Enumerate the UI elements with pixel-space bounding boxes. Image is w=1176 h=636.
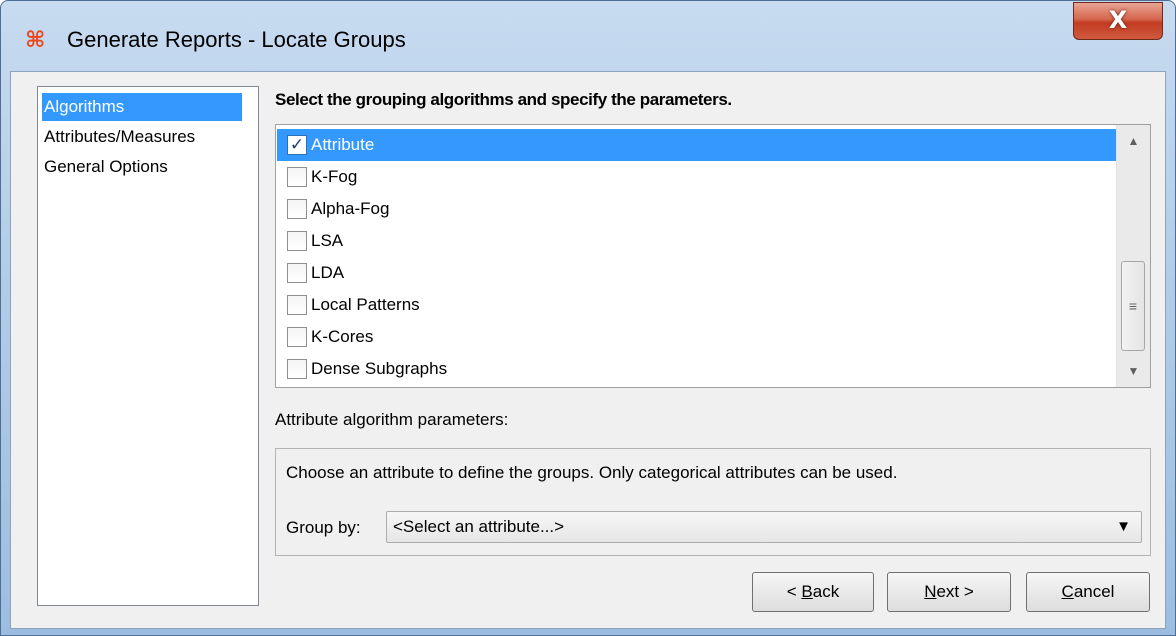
grip-icon: ≡ [1128, 298, 1138, 314]
cancel-button[interactable]: Cancel [1026, 572, 1150, 612]
cancel-button-label: ancel [1073, 582, 1115, 601]
algorithm-item-k-cores[interactable]: K-Cores [277, 321, 1116, 353]
title-bar[interactable]: ⌘ Generate Reports - Locate Groups X [1, 1, 1175, 73]
back-button-mnemonic: B [801, 582, 813, 601]
next-button-mnemonic: N [924, 582, 937, 601]
algorithm-label: Local Patterns [311, 295, 420, 314]
scroll-up-icon[interactable]: ▲ [1117, 125, 1150, 157]
scroll-down-icon[interactable]: ▼ [1117, 355, 1150, 387]
app-icon: ⌘ [25, 28, 46, 53]
algorithm-list-scrollbar[interactable]: ▲ ≡ ▼ [1116, 125, 1150, 387]
group-by-label: Group by: [286, 518, 361, 537]
algorithm-list: ✓ Attribute K-Fog Alpha-Fog LSA LDA Loca… [275, 124, 1151, 388]
algorithm-item-k-fog[interactable]: K-Fog [277, 161, 1116, 193]
algorithm-item-local-patterns[interactable]: Local Patterns [277, 289, 1116, 321]
checkbox-lsa[interactable] [287, 231, 307, 251]
cancel-button-mnemonic: C [1061, 582, 1074, 601]
check-icon: ✓ [289, 135, 305, 154]
back-button-prefix: < [786, 582, 802, 601]
algorithm-label: K-Cores [311, 327, 374, 346]
algorithm-label: LDA [311, 263, 345, 282]
section-item-general-options[interactable]: General Options [42, 153, 168, 181]
params-section-label: Attribute algorithm parameters: [275, 410, 509, 429]
section-item-algorithms[interactable]: Algorithms [42, 93, 242, 121]
page-heading: Select the grouping algorithms and speci… [275, 90, 732, 109]
back-button-label: ack [812, 582, 840, 601]
params-panel: Choose an attribute to define the groups… [275, 448, 1151, 556]
window-title: Generate Reports - Locate Groups [67, 27, 406, 52]
checkbox-local-patterns[interactable] [287, 295, 307, 315]
algorithm-label: Alpha-Fog [311, 199, 390, 218]
group-by-dropdown[interactable]: <Select an attribute...> ▼ [386, 511, 1142, 543]
section-item-label: Attributes/Measures [44, 127, 196, 146]
group-by-value: <Select an attribute...> [393, 517, 565, 536]
checkbox-dense-subgraphs[interactable] [287, 359, 307, 379]
chevron-down-icon: ▼ [1116, 518, 1131, 535]
section-item-label: Algorithms [44, 97, 125, 116]
section-item-attributes-measures[interactable]: Attributes/Measures [42, 123, 195, 151]
algorithm-item-alpha-fog[interactable]: Alpha-Fog [277, 193, 1116, 225]
params-description: Choose an attribute to define the groups… [286, 463, 898, 482]
checkbox-alpha-fog[interactable] [287, 199, 307, 219]
checkbox-lda[interactable] [287, 263, 307, 283]
algorithm-item-lda[interactable]: LDA [277, 257, 1116, 289]
checkbox-k-cores[interactable] [287, 327, 307, 347]
algorithm-item-lsa[interactable]: LSA [277, 225, 1116, 257]
dialog-content: Algorithms Attributes/Measures General O… [10, 71, 1166, 629]
checkbox-k-fog[interactable] [287, 167, 307, 187]
algorithm-label: Attribute [311, 135, 375, 154]
algorithm-label: LSA [311, 231, 344, 250]
checkbox-attribute[interactable]: ✓ [287, 135, 307, 155]
algorithm-item-dense-subgraphs[interactable]: Dense Subgraphs [277, 353, 1116, 385]
next-button[interactable]: Next > [887, 572, 1011, 612]
dialog-window: ⌘ Generate Reports - Locate Groups X Alg… [0, 0, 1176, 636]
algorithm-label: Dense Subgraphs [311, 359, 448, 378]
close-button[interactable]: X [1073, 2, 1163, 40]
algorithm-item-attribute[interactable]: ✓ Attribute [277, 129, 1116, 161]
section-item-label: General Options [44, 157, 168, 176]
back-button[interactable]: < Back [752, 572, 874, 612]
scrollbar-thumb[interactable]: ≡ [1121, 261, 1145, 351]
close-icon: X [1108, 6, 1128, 34]
next-button-label: ext > [936, 582, 974, 601]
algorithm-label: K-Fog [311, 167, 358, 186]
section-list: Algorithms Attributes/Measures General O… [37, 86, 259, 606]
